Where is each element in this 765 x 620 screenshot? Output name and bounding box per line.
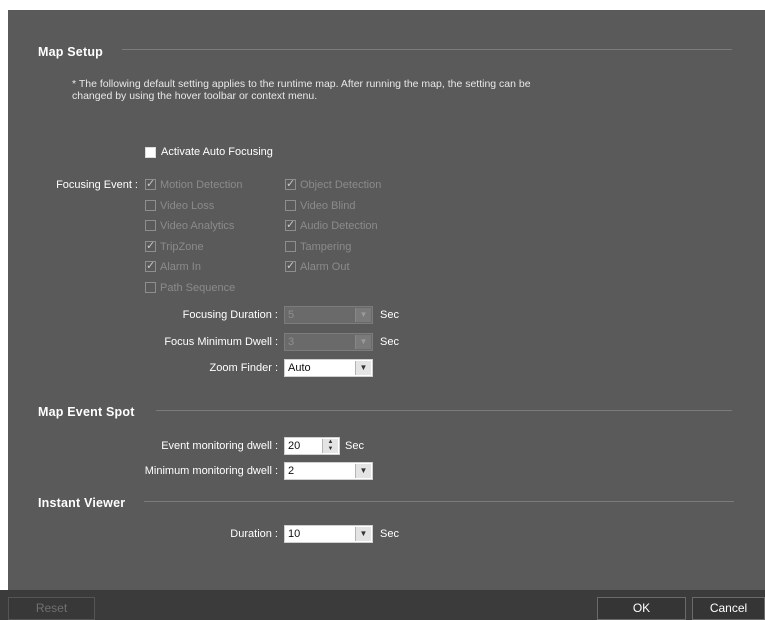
video-analytics-label: Video Analytics bbox=[160, 220, 235, 232]
duration-value: 10 bbox=[288, 528, 301, 540]
path-sequence-checkbox[interactable] bbox=[145, 282, 156, 293]
audio-detection-label: Audio Detection bbox=[300, 220, 378, 232]
zoom-finder-label: Zoom Finder : bbox=[209, 362, 278, 374]
alarm-in-checkbox[interactable]: ✓ bbox=[145, 260, 156, 272]
alarm-in-label: Alarm In bbox=[160, 261, 201, 273]
motion-detection-checkbox[interactable]: ✓ bbox=[145, 178, 156, 190]
audio-detection-checkbox[interactable]: ✓ bbox=[285, 219, 296, 231]
checkmark-icon: ✓ bbox=[286, 178, 296, 190]
checkmark-icon: ✓ bbox=[146, 178, 156, 190]
tampering-checkbox[interactable] bbox=[285, 241, 296, 252]
tampering-label: Tampering bbox=[300, 241, 352, 253]
checkmark-icon: ✓ bbox=[146, 240, 156, 252]
chevron-down-icon: ▼ bbox=[355, 527, 371, 541]
checkmark-icon: ✓ bbox=[286, 219, 296, 231]
minimum-monitoring-dwell-select[interactable]: 2 ▼ bbox=[284, 462, 373, 480]
path-sequence-label: Path Sequence bbox=[160, 282, 236, 294]
minimum-monitoring-dwell-value: 2 bbox=[288, 465, 295, 477]
tripzone-label: TripZone bbox=[160, 241, 204, 253]
settings-panel: Map Setup * The following default settin… bbox=[8, 10, 765, 590]
checkmark-icon: ✓ bbox=[146, 260, 156, 272]
video-loss-checkbox[interactable] bbox=[145, 200, 156, 211]
alarm-out-label: Alarm Out bbox=[300, 261, 350, 273]
activate-auto-focusing-label: Activate Auto Focusing bbox=[161, 146, 273, 158]
alarm-out-checkbox[interactable]: ✓ bbox=[285, 260, 296, 272]
video-loss-label: Video Loss bbox=[160, 200, 215, 212]
video-blind-checkbox[interactable] bbox=[285, 200, 296, 211]
video-blind-label: Video Blind bbox=[300, 200, 356, 212]
duration-select[interactable]: 10 ▼ bbox=[284, 525, 373, 543]
object-detection-label: Object Detection bbox=[300, 179, 382, 191]
chevron-down-icon: ▼ bbox=[355, 335, 371, 349]
focus-minimum-dwell-unit: Sec bbox=[380, 336, 399, 348]
tripzone-checkbox[interactable]: ✓ bbox=[145, 240, 156, 252]
map-setup-divider bbox=[122, 49, 732, 50]
ok-button[interactable]: OK bbox=[597, 597, 686, 620]
chevron-down-icon: ▼ bbox=[355, 361, 371, 375]
map-setup-note-line1: * The following default setting applies … bbox=[72, 78, 531, 90]
focusing-duration-select[interactable]: 5 ▼ bbox=[284, 306, 373, 324]
button-bar: Reset OK Cancel bbox=[0, 590, 765, 620]
event-monitoring-dwell-value: 20 bbox=[288, 440, 301, 452]
chevron-down-icon: ▼ bbox=[355, 464, 371, 478]
map-event-spot-title: Map Event Spot bbox=[38, 405, 135, 419]
event-monitoring-dwell-spinner[interactable]: 20 ▲ ▼ bbox=[284, 437, 340, 455]
instant-viewer-divider bbox=[144, 501, 734, 502]
event-monitoring-dwell-unit: Sec bbox=[345, 440, 364, 452]
object-detection-checkbox[interactable]: ✓ bbox=[285, 178, 296, 190]
zoom-finder-select[interactable]: Auto ▼ bbox=[284, 359, 373, 377]
spinner-arrows-icon[interactable]: ▲ ▼ bbox=[322, 439, 338, 453]
zoom-finder-value: Auto bbox=[288, 362, 311, 374]
motion-detection-label: Motion Detection bbox=[160, 179, 243, 191]
focusing-duration-value: 5 bbox=[288, 309, 295, 321]
focusing-duration-unit: Sec bbox=[380, 309, 399, 321]
chevron-down-icon: ▼ bbox=[355, 308, 371, 322]
map-event-spot-divider bbox=[156, 410, 732, 411]
focus-minimum-dwell-value: 3 bbox=[288, 336, 295, 348]
instant-viewer-title: Instant Viewer bbox=[38, 496, 126, 510]
activate-auto-focusing-checkbox[interactable] bbox=[145, 147, 156, 158]
event-monitoring-dwell-label: Event monitoring dwell : bbox=[161, 440, 278, 452]
focusing-event-label: Focusing Event : bbox=[56, 179, 138, 191]
duration-label: Duration : bbox=[230, 528, 278, 540]
map-setup-note-line2: changed by using the hover toolbar or co… bbox=[72, 90, 318, 102]
focus-minimum-dwell-label: Focus Minimum Dwell : bbox=[164, 336, 278, 348]
cancel-button[interactable]: Cancel bbox=[692, 597, 765, 620]
minimum-monitoring-dwell-label: Minimum monitoring dwell : bbox=[144, 465, 278, 477]
focus-minimum-dwell-select[interactable]: 3 ▼ bbox=[284, 333, 373, 351]
duration-unit: Sec bbox=[380, 528, 399, 540]
focusing-duration-label: Focusing Duration : bbox=[182, 309, 278, 321]
reset-button[interactable]: Reset bbox=[8, 597, 95, 620]
video-analytics-checkbox[interactable] bbox=[145, 220, 156, 231]
checkmark-icon: ✓ bbox=[286, 260, 296, 272]
map-setup-title: Map Setup bbox=[38, 45, 103, 59]
